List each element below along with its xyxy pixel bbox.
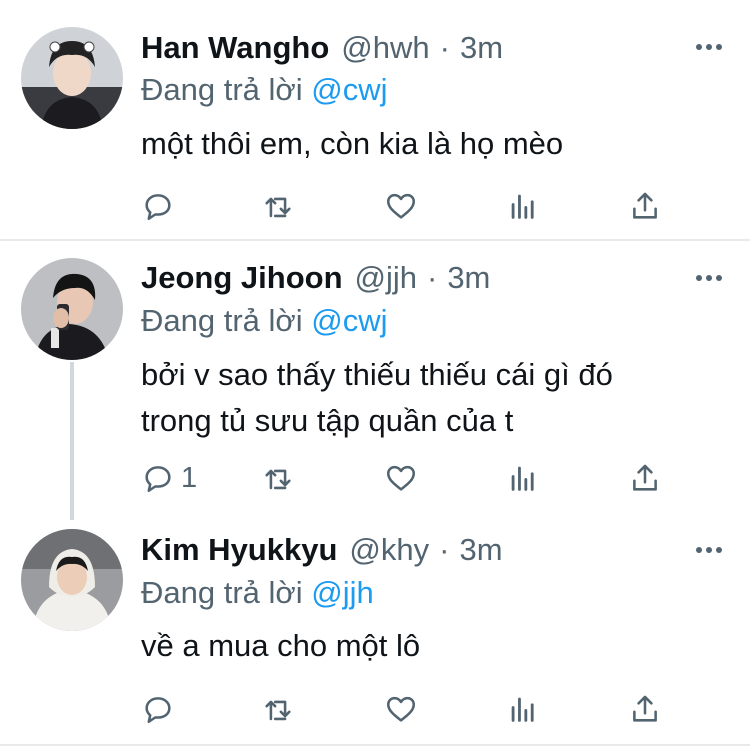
reply-mention[interactable]: @cwj (311, 72, 387, 107)
reply-icon (145, 194, 171, 221)
like-icon (386, 193, 416, 219)
handle[interactable]: @khy (349, 532, 429, 568)
action-bar (141, 689, 661, 729)
avatar[interactable] (21, 27, 123, 129)
share-button[interactable] (628, 458, 662, 498)
more-icon[interactable] (696, 545, 722, 555)
reply-button[interactable] (141, 689, 181, 729)
handle[interactable]: @jjh (355, 260, 417, 296)
user-avatar-photo (21, 258, 123, 360)
tweet-text-line: về a mua cho một lô (141, 628, 421, 663)
display-name[interactable]: Kim Hyukkyu (141, 532, 337, 568)
like-button[interactable] (384, 458, 418, 498)
reply-count: 1 (181, 461, 198, 494)
reply-mention[interactable]: @cwj (311, 303, 387, 338)
like-icon (386, 696, 416, 722)
separator: · (426, 260, 438, 295)
analytics-icon (511, 466, 534, 491)
reply-button[interactable] (141, 186, 181, 226)
reply-button[interactable]: 1 (141, 458, 197, 498)
tweet-header: Jeong Jihoon @jjh · 3m (141, 258, 490, 298)
tweet[interactable]: Han Wangho @hwh · 3m Đang trả lời @cwj m… (0, 0, 750, 240)
share-icon (633, 464, 657, 491)
reply-context: Đang trả lời @jjh (141, 575, 374, 611)
tweet-text: về a mua cho một lô (141, 625, 420, 667)
separator: · (439, 30, 450, 65)
share-icon (633, 695, 657, 722)
reply-prefix: Đang trả lời (141, 303, 303, 338)
like-icon (386, 465, 416, 491)
reply-icon (145, 697, 171, 724)
avatar[interactable] (21, 529, 123, 631)
action-bar (141, 186, 661, 226)
tweet-text-line: bởi v sao thấy thiếu thiếu cái gì đó (141, 357, 613, 392)
action-bar: 1 (141, 458, 661, 498)
retweet-button[interactable] (261, 689, 295, 729)
analytics-button[interactable] (506, 186, 540, 226)
tweet-text-line: một thôi em, còn kia là họ mèo (141, 126, 564, 161)
share-button[interactable] (628, 689, 662, 729)
retweet-icon (265, 469, 291, 490)
reply-prefix: Đang trả lời (141, 575, 303, 610)
more-icon[interactable] (696, 42, 722, 52)
like-button[interactable] (384, 689, 418, 729)
reply-mention[interactable]: @jjh (311, 575, 373, 610)
reply-prefix: Đang trả lời (141, 72, 303, 107)
user-avatar-photo (21, 529, 123, 631)
tweet-divider (0, 744, 750, 746)
handle[interactable]: @hwh (341, 30, 429, 66)
avatar[interactable] (21, 258, 123, 360)
tweet-header: Kim Hyukkyu @khy · 3m (141, 530, 503, 570)
retweet-icon (265, 700, 291, 721)
separator: · (439, 532, 450, 567)
reply-context: Đang trả lời @cwj (141, 303, 388, 339)
analytics-button[interactable] (506, 689, 540, 729)
retweet-button[interactable] (261, 186, 295, 226)
display-name[interactable]: Han Wangho (141, 30, 329, 66)
tweet-header: Han Wangho @hwh · 3m (141, 28, 503, 68)
tweet-text: bởi v sao thấy thiếu thiếu cái gì đó tro… (141, 354, 613, 442)
like-button[interactable] (384, 186, 418, 226)
timestamp[interactable]: 3m (460, 30, 503, 66)
analytics-icon (511, 194, 534, 219)
tweet[interactable]: Kim Hyukkyu @khy · 3m Đang trả lời @jjh … (0, 512, 750, 748)
more-icon[interactable] (696, 273, 722, 283)
reply-context: Đang trả lời @cwj (141, 72, 388, 108)
user-avatar-photo (21, 27, 123, 129)
tweet[interactable]: Jeong Jihoon @jjh · 3m Đang trả lời @cwj… (0, 241, 750, 511)
retweet-button[interactable] (261, 458, 295, 498)
analytics-icon (511, 697, 534, 722)
share-button[interactable] (628, 186, 662, 226)
display-name[interactable]: Jeong Jihoon (141, 260, 343, 296)
timestamp[interactable]: 3m (447, 260, 490, 296)
reply-icon (145, 466, 171, 493)
retweet-icon (265, 197, 291, 218)
share-icon (633, 192, 657, 219)
analytics-button[interactable] (506, 458, 540, 498)
tweet-text-line: trong tủ sưu tập quần của t (141, 403, 514, 438)
timestamp[interactable]: 3m (459, 532, 502, 568)
tweet-text: một thôi em, còn kia là họ mèo (141, 123, 563, 165)
